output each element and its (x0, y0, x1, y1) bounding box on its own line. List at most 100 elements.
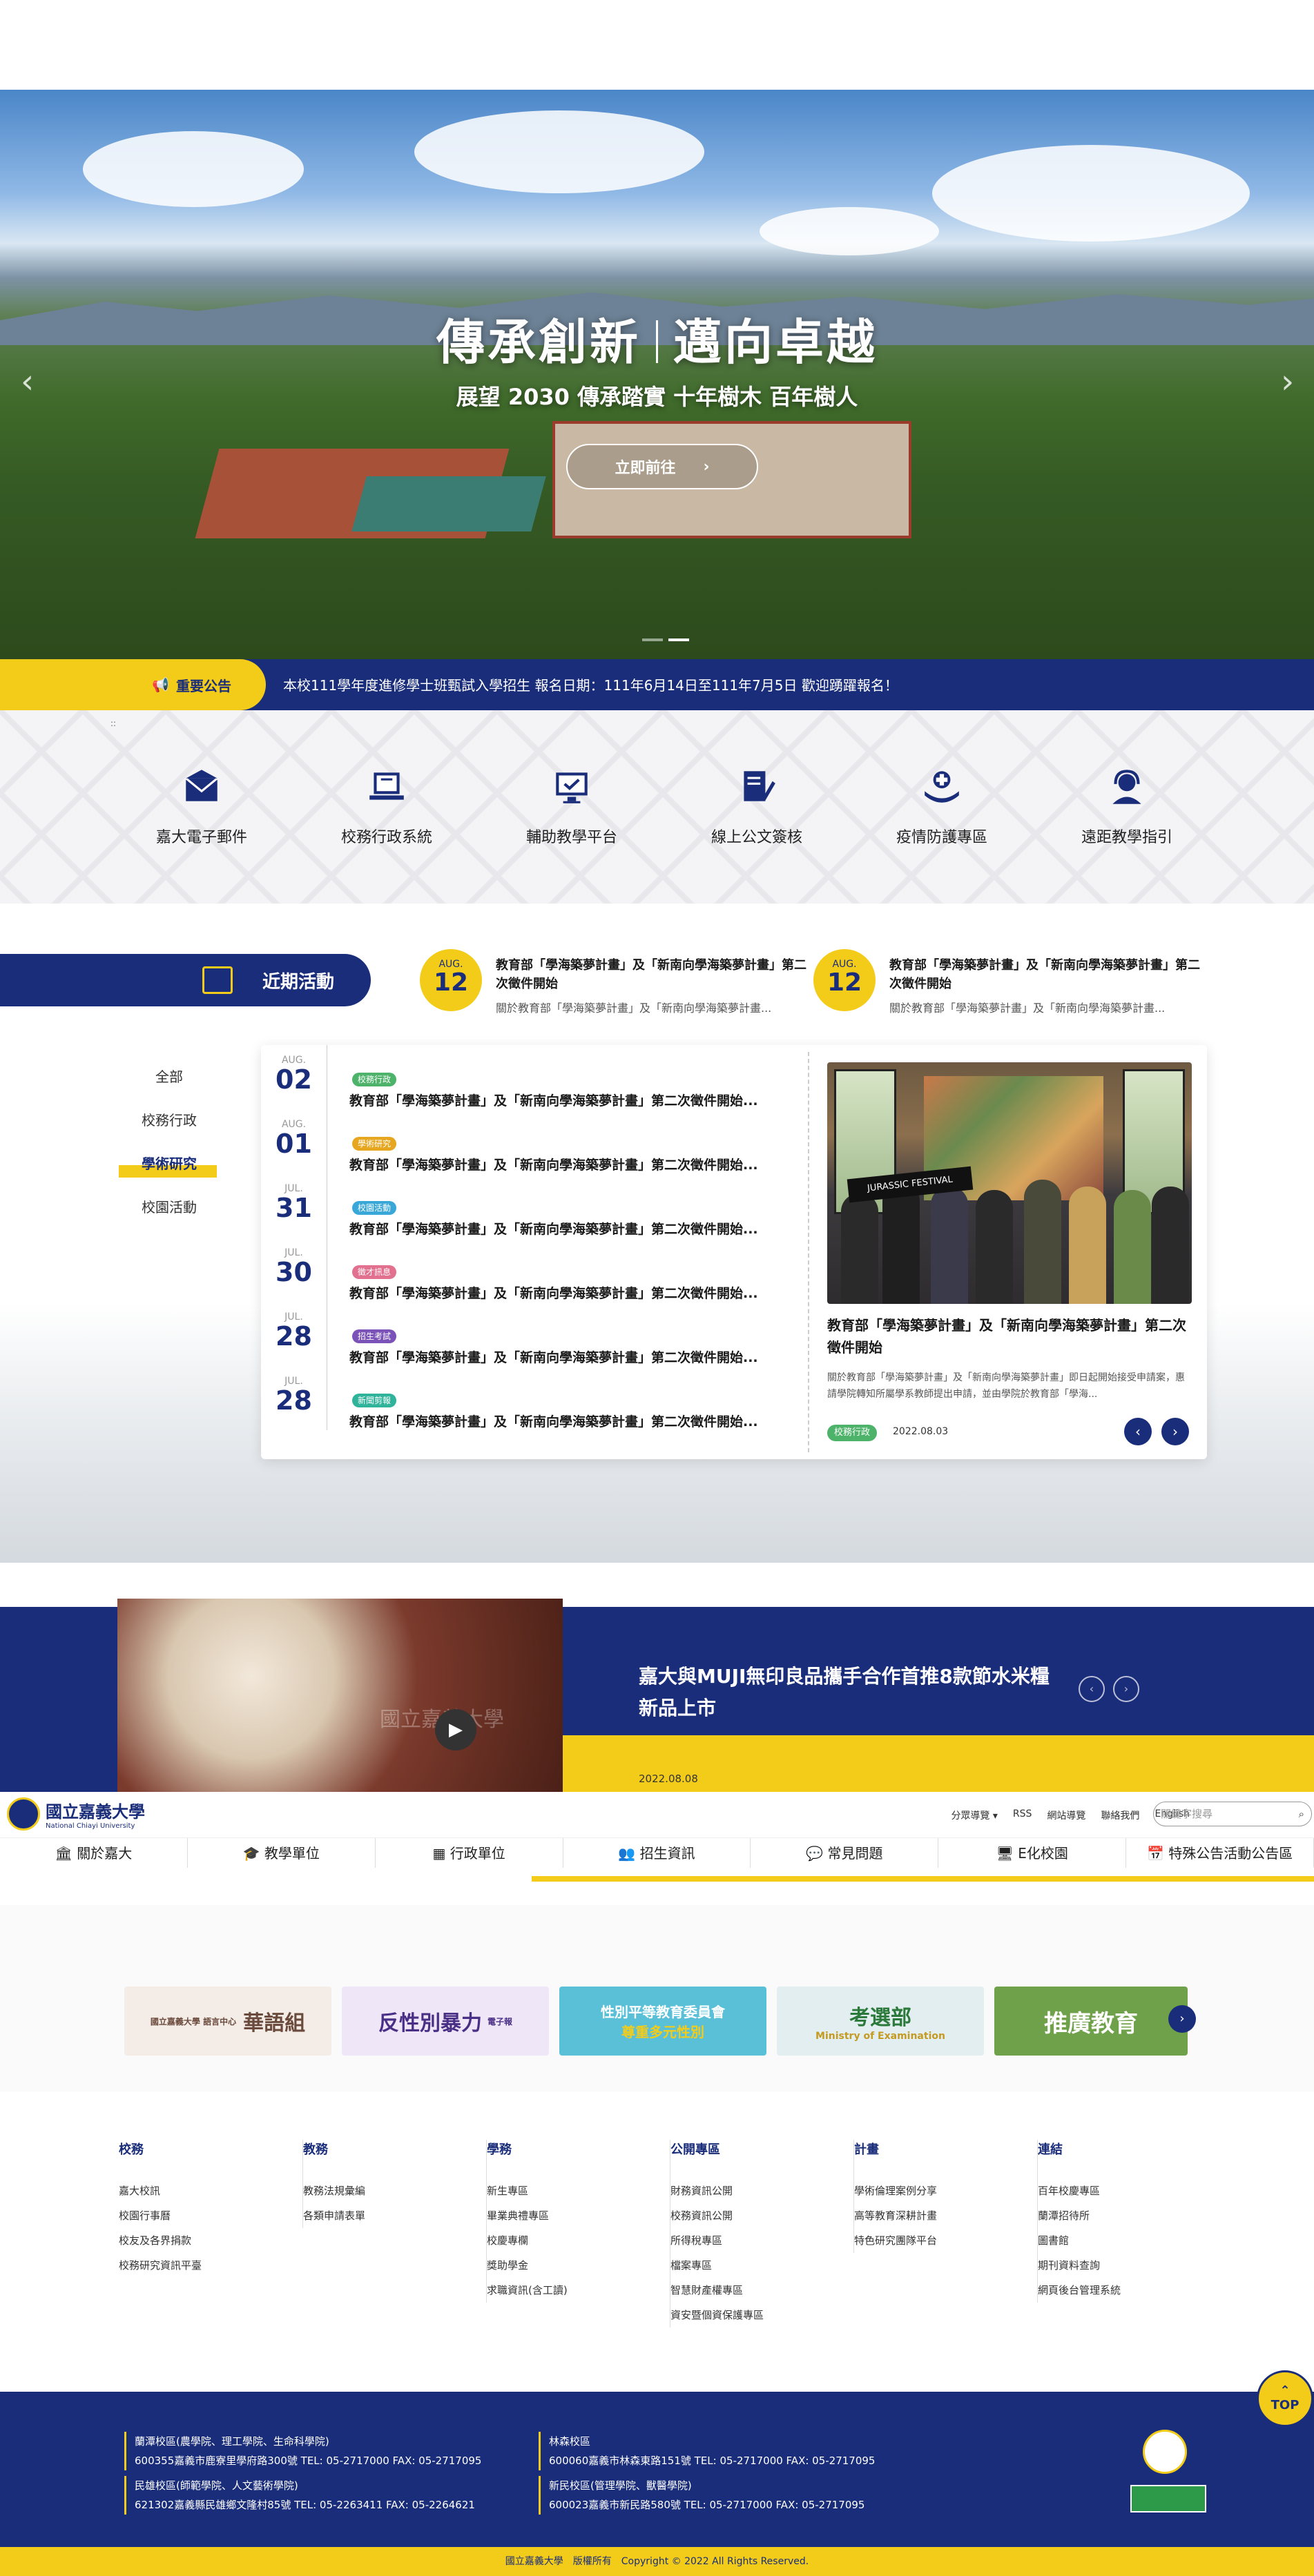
nav-admin-units[interactable]: ▦ 行政單位 (376, 1838, 563, 1868)
building-icon: 🏛 (55, 1845, 73, 1862)
event-list-item[interactable]: JUL. 31 校園活動 教育部「學海築夢計畫」及「新南向學海築夢計畫」第二次徵件… (261, 1173, 806, 1238)
footer-link[interactable]: 蘭潭招待所 (1038, 2203, 1220, 2228)
footer-col-heading: 校務 (119, 2143, 144, 2157)
quick-link-remote-teaching[interactable]: 遠距教學指引 (1051, 765, 1203, 847)
nav-about[interactable]: 🏛 關於嘉大 (0, 1838, 188, 1868)
nav-faq[interactable]: 💬 常見問題 (751, 1838, 939, 1868)
footer-link[interactable]: 財務資訊公開 (670, 2178, 853, 2203)
banner-gender-equality[interactable]: 性別平等教育委員會 尊重多元性別 (559, 1987, 766, 2056)
footer-link[interactable]: 畢業典禮專區 (487, 2203, 669, 2228)
event-prev-button[interactable]: ‹ (1124, 1418, 1152, 1445)
footer-col-heading: 連結 (1038, 2143, 1063, 2157)
featured-news-next-button[interactable]: › (1113, 1676, 1139, 1702)
footer-link[interactable]: 獎助學金 (487, 2253, 669, 2278)
event-category-admin[interactable]: 校務行政 (117, 1109, 221, 1129)
laptop-icon (369, 772, 404, 800)
featured-news-prev-button[interactable]: ‹ (1079, 1676, 1105, 1702)
quick-link-email[interactable]: 嘉大電子郵件 (126, 765, 278, 847)
hero-next-arrow-icon[interactable]: › (1281, 362, 1294, 401)
footer-link[interactable]: 學術倫理案例分享 (854, 2178, 1036, 2203)
photo-person (1114, 1190, 1151, 1304)
event-date: JUL. 31 (261, 1173, 327, 1238)
event-top-item[interactable]: AUG. 12 教育部「學海築夢計畫」及「新南向學海築夢計畫」第二次徵件開始 關於… (420, 949, 806, 1018)
quick-link-admin-system[interactable]: 校務行政系統 (311, 765, 463, 847)
event-category-all[interactable]: 全部 (117, 1066, 221, 1086)
event-featured-title[interactable]: 教育部「學海築夢計畫」及「新南向學海築夢計畫」第二次徵件開始 (827, 1314, 1192, 1358)
event-list-item[interactable]: JUL. 28 招生考試 教育部「學海築夢計畫」及「新南向學海築夢計畫」第二次徵件… (261, 1302, 806, 1366)
event-list-item[interactable]: AUG. 01 學術研究 教育部「學海築夢計畫」及「新南向學海築夢計畫」第二次徵件… (261, 1109, 806, 1173)
hero-title: 傳承創新 邁向卓越 (436, 314, 878, 371)
photo-person (976, 1190, 1013, 1304)
top-link-sitemap[interactable]: 網站導覽 (1047, 1808, 1085, 1822)
nav-admissions[interactable]: 👥 招生資訊 (563, 1838, 751, 1868)
footer-link[interactable]: 網頁後台管理系統 (1038, 2278, 1220, 2303)
banner-chinese-language[interactable]: 國立嘉義大學 語言中心 華語組 (124, 1987, 331, 2056)
nav-academic-units[interactable]: 🎓 教學單位 (188, 1838, 376, 1868)
banner-exam-ministry[interactable]: 考選部 Ministry of Examination (777, 1987, 984, 2056)
site-logo[interactable]: 國立嘉義大學 National Chiayi University (7, 1797, 145, 1831)
partner-banners: ‹ 國立嘉義大學 語言中心華語組 反性別暴力電子報 性別平等教育委員會尊重多元性… (0, 1905, 1314, 2091)
accessibility-badge-icon[interactable] (1130, 2485, 1206, 2512)
banner-extension-education[interactable]: 推廣教育 (994, 1987, 1188, 2056)
campus-address: 新民校區(管理學院、獸醫學院) 600023嘉義市新民路580號 TEL: 05-… (539, 2476, 864, 2515)
footer-link[interactable]: 圖書館 (1038, 2228, 1220, 2253)
announcement-text[interactable]: 本校111學年度進修學士班甄試入學招生 報名日期：111年6月14日至111年7… (283, 674, 898, 694)
megaphone-icon: 📢 (152, 676, 169, 693)
footer-link[interactable]: 智慧財產權專區 (670, 2278, 853, 2303)
hero-cloud (932, 145, 1250, 242)
quick-link-document-sign[interactable]: 線上公文簽核 (681, 765, 833, 847)
footer-link[interactable]: 新生專區 (487, 2178, 669, 2203)
event-category-research[interactable]: 學術研究 (117, 1153, 221, 1178)
hero-dot-active[interactable] (668, 638, 689, 641)
event-next-button[interactable]: › (1161, 1418, 1189, 1445)
event-category-campus[interactable]: 校園活動 (117, 1196, 221, 1216)
calendar-icon (202, 966, 233, 994)
footer-link[interactable]: 教務法規彙編 (303, 2178, 485, 2203)
hero-go-button[interactable]: 立即前往 › (566, 444, 758, 489)
quick-link-teaching-platform[interactable]: 輔助教學平台 (496, 765, 648, 847)
top-link-rss[interactable]: RSS (1013, 1808, 1032, 1822)
footer-link[interactable]: 校慶專欄 (487, 2228, 669, 2253)
event-featured-photo[interactable]: JURASSIC FESTIVAL (827, 1062, 1192, 1304)
footer-link[interactable]: 求職資訊(含工讀) (487, 2278, 669, 2303)
footer-link[interactable]: 嘉大校訊 (119, 2178, 302, 2203)
footer-link[interactable]: 校友及各界捐款 (119, 2228, 302, 2253)
email-icon (185, 770, 218, 801)
event-list-item[interactable]: AUG. 02 校務行政 教育部「學海築夢計畫」及「新南向學海築夢計畫」第二次徵件… (261, 1045, 806, 1109)
event-top-item[interactable]: AUG. 12 教育部「學海築夢計畫」及「新南向學海築夢計畫」第二次徵件開始 關於… (813, 949, 1200, 1018)
footer-col-projects: 計畫 學術倫理案例分享 高等教育深耕計畫 特色研究團隊平台 (853, 2140, 1036, 2253)
top-link-audience[interactable]: 分眾導覽 ▾ (951, 1808, 997, 1822)
footer-link[interactable]: 期刊資料查詢 (1038, 2253, 1220, 2278)
event-summary: 關於教育部「學海築夢計畫」及「新南向學海築夢計畫... (889, 1002, 1166, 1015)
footer-link[interactable]: 所得稅專區 (670, 2228, 853, 2253)
banner-next-button[interactable]: › (1168, 2005, 1196, 2033)
hero-dot[interactable] (642, 638, 663, 641)
search-icon[interactable]: ⌕ (1299, 1802, 1304, 1826)
hero-prev-arrow-icon[interactable]: ‹ (21, 362, 34, 401)
play-icon[interactable]: ▶ (435, 1709, 476, 1750)
banner-anti-gender-violence[interactable]: 反性別暴力 電子報 (342, 1987, 549, 2056)
footer-link[interactable]: 校園行事曆 (119, 2203, 302, 2228)
event-tag: 徵才訊息 (352, 1265, 397, 1279)
featured-news-video[interactable]: 國立嘉義大學 ▶ (117, 1599, 563, 1792)
footer-link[interactable]: 校務研究資訊平臺 (119, 2253, 302, 2278)
featured-news-title[interactable]: 嘉大與MUJI無印良品攜手合作首推8款節水米糧新品上市 (639, 1661, 1067, 1724)
footer-link[interactable]: 各類申請表單 (303, 2203, 485, 2228)
footer-link[interactable]: 特色研究團隊平台 (854, 2228, 1036, 2253)
footer-link[interactable]: 校務資訊公開 (670, 2203, 853, 2228)
footer-link[interactable]: 資安暨個資保護專區 (670, 2303, 853, 2328)
top-link-contact[interactable]: 聯絡我們 (1101, 1808, 1139, 1822)
back-to-top-button[interactable]: ⌃ TOP (1257, 2370, 1313, 2427)
nav-e-campus[interactable]: 🖥 E化校園 (938, 1838, 1127, 1868)
event-list-item[interactable]: JUL. 30 徵才訊息 教育部「學海築夢計畫」及「新南向學海築夢計畫」第二次徵件… (261, 1238, 806, 1302)
footer-link[interactable]: 百年校慶專區 (1038, 2178, 1220, 2203)
quick-link-pandemic[interactable]: 疫情防護專區 (866, 765, 1018, 847)
footer-link[interactable]: 高等教育深耕計畫 (854, 2203, 1036, 2228)
footer-link[interactable]: 檔案專區 (670, 2253, 853, 2278)
event-list-item[interactable]: JUL. 28 新聞剪報 教育部「學海築夢計畫」及「新南向學海築夢計畫」第二次徵件… (261, 1366, 806, 1430)
hero-cloud (414, 110, 704, 193)
accessibility-seal-icon[interactable] (1143, 2430, 1187, 2474)
search-input[interactable]: 關鍵字搜尋 ⌕ (1153, 1802, 1312, 1826)
nav-special-notice[interactable]: 📅 特殊公告活動公告區 (1126, 1838, 1314, 1868)
footer-col-heading: 計畫 (854, 2143, 879, 2157)
